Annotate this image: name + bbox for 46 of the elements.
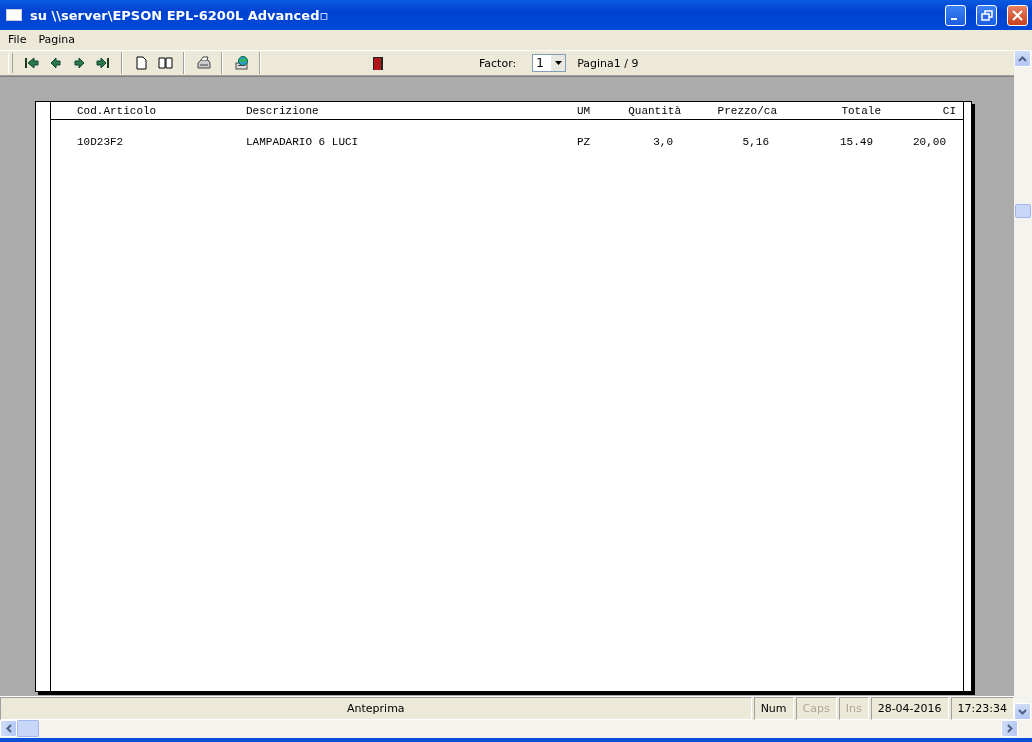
column-header: Descrizione [246,104,320,117]
chevron-up-icon [1018,55,1027,62]
column-header: Quantità [627,104,681,117]
close-button[interactable] [1007,4,1028,26]
column-header: CI [941,104,956,117]
scroll-thumb[interactable] [1015,204,1031,218]
minimize-button[interactable] [945,4,966,26]
chevron-down-icon [1018,708,1027,715]
minimize-icon [951,18,957,20]
status-time: 17:23:34 [950,697,1014,720]
table-cell-text: 15.49 [839,136,874,148]
vertical-scrollbar[interactable] [1014,50,1032,720]
scroll-up-button[interactable] [1014,50,1031,67]
caret-icon [554,61,562,65]
chevron-right-icon [1006,724,1013,733]
table-cell-text: LAMPADARIO 6 LUCI [246,136,360,148]
scroll-down-button[interactable] [1014,703,1031,720]
window-icon [6,9,22,21]
horizontal-scrollbar[interactable] [0,720,1018,738]
menu-item[interactable]: File [2,32,33,46]
scroll-thumb[interactable] [17,720,39,737]
factor-dropdown[interactable]: 1 [532,54,567,72]
factor-label: Factor: [479,56,517,70]
window-title: su \\server\EPSON EPL-6200L Advanced▫ [30,7,330,23]
key-indicator: Ins [838,697,869,720]
column-header: Totale [840,104,881,117]
status-date: 28-04-2016 [870,697,949,720]
table-cell-text: 10D23F2 [76,136,125,148]
chevron-left-icon [5,724,12,733]
table-cell-text: 20,00 [912,136,947,148]
scroll-right-button[interactable] [1001,720,1018,737]
restore-button[interactable] [976,4,997,26]
column-header: Prezzo/ca [716,104,777,117]
status-message: Anteprima [0,697,752,720]
table-cell-text: 5,16 [741,136,770,148]
menu-item[interactable]: Pagina [32,32,82,46]
restore-icon [980,8,993,22]
column-header: UM [577,104,592,117]
key-indicator: Caps [795,697,837,720]
page-indicator: Pagina1 / 9 [577,56,639,70]
scroll-left-button[interactable] [0,720,17,737]
column-header: Cod.Articolo [76,104,158,117]
table-cell-text: PZ [577,136,592,148]
table-cell-text: 3,0 [652,136,674,148]
close-icon [1011,8,1024,22]
key-indicator: Num [753,697,794,720]
